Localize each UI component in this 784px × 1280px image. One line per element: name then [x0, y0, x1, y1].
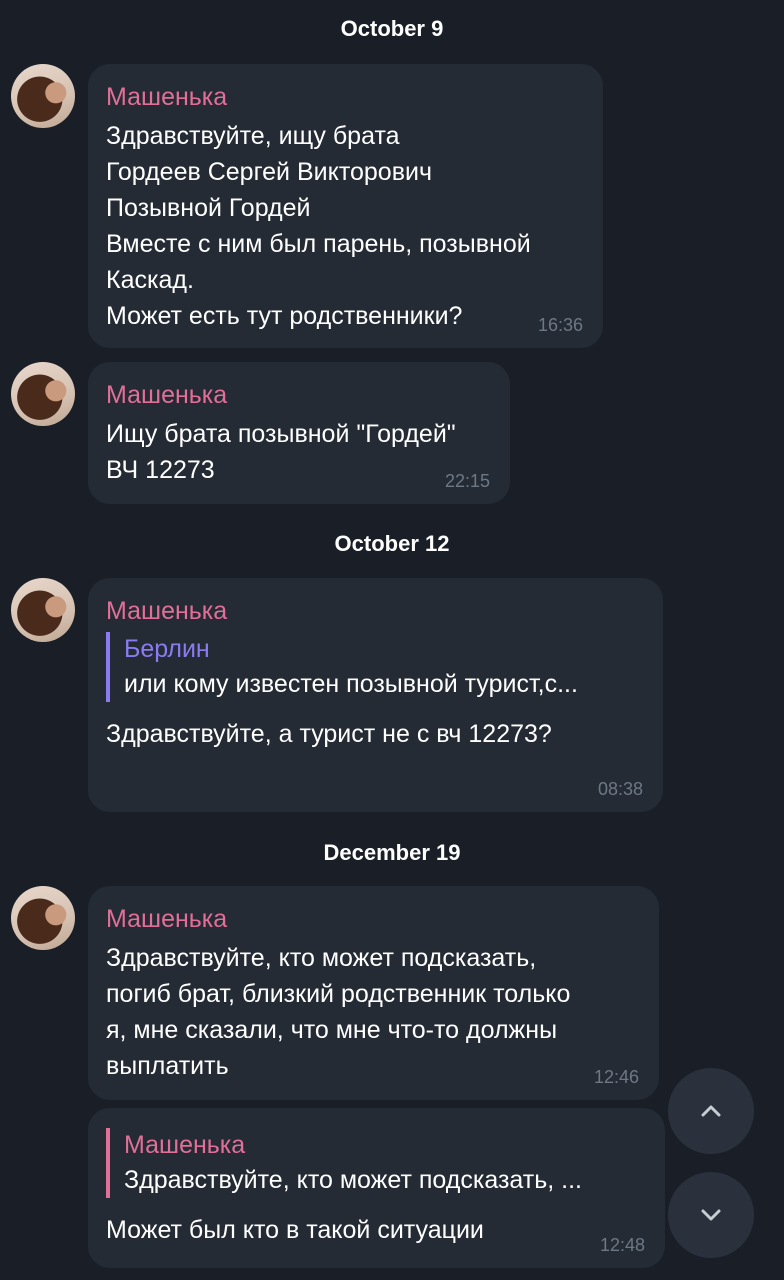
- message-text: Здравствуйте, кто может подсказать, поги…: [106, 944, 571, 1080]
- quote-author: Берлин: [124, 635, 210, 663]
- quote-author: Машенька: [124, 1131, 246, 1159]
- message-time: 22:15: [444, 471, 490, 491]
- chevron-up-icon: [701, 1105, 721, 1117]
- quote-text: Здравствуйте, кто может подсказать, ...: [124, 1166, 582, 1194]
- avatar[interactable]: [11, 886, 75, 950]
- message-bubble[interactable]: Машенька Берлин или кому известен позывн…: [88, 578, 663, 812]
- message-time: 12:46: [593, 1067, 639, 1087]
- scroll-down-button[interactable]: [668, 1172, 754, 1258]
- message-bubble[interactable]: Машенька Здравствуйте, ищу брата Гордеев…: [88, 64, 603, 348]
- reply-quote[interactable]: Машенька Здравствуйте, кто может подсказ…: [106, 1128, 647, 1198]
- sender-name[interactable]: Машенька: [106, 380, 492, 410]
- message-bubble[interactable]: Машенька Здравствуйте, кто может подсказ…: [88, 1108, 665, 1268]
- chevron-down-icon: [701, 1209, 721, 1221]
- message-time: 16:36: [537, 315, 583, 335]
- date-separator: October 12: [334, 531, 450, 556]
- message-text: Ищу брата позывной "Гордей" ВЧ 12273: [106, 420, 456, 484]
- message-text: Здравствуйте, ищу брата Гордеев Сергей В…: [106, 122, 531, 330]
- sender-name[interactable]: Машенька: [106, 82, 585, 112]
- message-text: Здравствуйте, а турист не с вч 12273?: [106, 720, 552, 748]
- avatar[interactable]: [11, 578, 75, 642]
- quote-text: или кому известен позывной турист,с...: [124, 670, 578, 698]
- date-separator: October 9: [340, 16, 444, 41]
- date-separator: December 19: [323, 840, 461, 865]
- avatar[interactable]: [11, 362, 75, 426]
- scroll-up-button[interactable]: [668, 1068, 754, 1154]
- sender-name[interactable]: Машенька: [106, 904, 641, 934]
- message-time: 12:48: [599, 1235, 645, 1255]
- message-bubble[interactable]: Машенька Ищу брата позывной "Гордей" ВЧ …: [88, 362, 510, 504]
- avatar[interactable]: [11, 64, 75, 128]
- sender-name[interactable]: Машенька: [106, 596, 645, 626]
- message-bubble[interactable]: Машенька Здравствуйте, кто может подсказ…: [88, 886, 659, 1100]
- reply-quote[interactable]: Берлин или кому известен позывной турист…: [106, 632, 645, 702]
- message-time: 08:38: [597, 779, 643, 799]
- message-text: Может был кто в такой ситуации: [106, 1216, 484, 1244]
